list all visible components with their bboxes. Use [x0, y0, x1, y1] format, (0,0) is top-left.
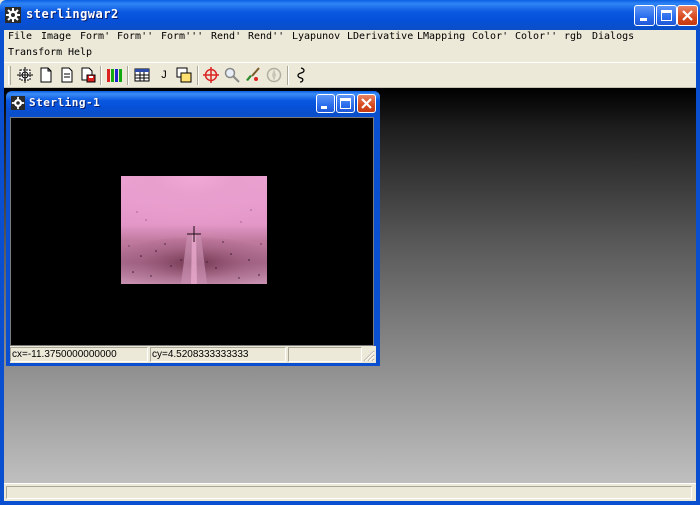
table-icon[interactable] — [133, 66, 151, 84]
maximize-icon — [661, 10, 672, 21]
window-frame-bottom — [0, 501, 700, 505]
menu-form3[interactable]: Form''' — [161, 31, 203, 42]
fractal-canvas[interactable] — [10, 117, 374, 346]
menu-lyapunov[interactable]: Lyapunov — [292, 31, 340, 42]
crosshair-icon[interactable] — [202, 66, 220, 84]
menu-bar: File Image Form' Form'' Form''' Rend' Re… — [4, 30, 696, 62]
menu-color2[interactable]: Color'' — [515, 31, 557, 42]
menu-rend2[interactable]: Rend'' — [248, 31, 284, 42]
menu-color1[interactable]: Color' — [472, 31, 508, 42]
toolbar-grip[interactable] — [8, 66, 11, 85]
brush-icon[interactable] — [244, 66, 262, 84]
color-bars-icon[interactable] — [105, 66, 123, 84]
menu-form2[interactable]: Form'' — [117, 31, 153, 42]
menu-rgb[interactable]: rgb — [564, 31, 582, 42]
j-icon[interactable]: J — [155, 66, 173, 84]
close-icon — [682, 10, 693, 21]
app-gear-icon — [5, 7, 21, 23]
minimize-button[interactable] — [634, 5, 655, 26]
resize-grip-icon[interactable] — [363, 350, 375, 362]
menu-transform[interactable]: Transform — [8, 47, 62, 58]
window-copy-icon[interactable] — [175, 66, 193, 84]
menu-help[interactable]: Help — [68, 47, 92, 58]
spiral-icon[interactable] — [292, 66, 310, 84]
zoom-icon[interactable] — [223, 66, 241, 84]
copy-document-icon[interactable] — [58, 66, 76, 84]
child-window[interactable]: Sterling-1 cx=-11.3750000000000 cy=4.520… — [6, 91, 380, 366]
window-frame-right — [696, 30, 700, 505]
status-cy: cy=4.5208333333333 — [150, 347, 286, 362]
minimize-icon — [321, 106, 327, 109]
sterling-fractal-image — [121, 176, 267, 284]
menu-file[interactable]: File — [8, 31, 32, 42]
fractal-detail — [121, 209, 267, 284]
capture-icon[interactable] — [16, 66, 34, 84]
main-status-bar — [4, 483, 696, 501]
menu-rend1[interactable]: Rend' — [211, 31, 241, 42]
child-status-bar: cx=-11.3750000000000 cy=4.5208333333333 — [10, 346, 376, 363]
disabled-compass-icon[interactable] — [265, 66, 283, 84]
maximize-icon — [340, 98, 351, 109]
child-gear-icon — [11, 96, 25, 110]
child-title: Sterling-1 — [29, 96, 101, 109]
main-status-panel — [6, 486, 692, 499]
child-close-button[interactable] — [357, 94, 376, 113]
child-title-bar[interactable]: Sterling-1 — [6, 91, 380, 115]
toolbar: J — [4, 62, 696, 88]
toolbar-separator — [287, 66, 289, 85]
child-maximize-button[interactable] — [336, 94, 355, 113]
menu-lderivative[interactable]: LDerivative — [347, 31, 413, 42]
toolbar-separator — [100, 66, 102, 85]
status-cx: cx=-11.3750000000000 — [10, 347, 148, 362]
save-export-icon[interactable] — [79, 66, 97, 84]
maximize-button[interactable] — [656, 5, 677, 26]
app-title: sterlingwar2 — [26, 7, 119, 21]
status-empty-panel — [288, 347, 362, 362]
menu-dialogs[interactable]: Dialogs — [592, 31, 634, 42]
child-minimize-button[interactable] — [316, 94, 335, 113]
new-document-icon[interactable] — [37, 66, 55, 84]
close-icon — [361, 98, 372, 109]
toolbar-separator — [197, 66, 199, 85]
menu-form1[interactable]: Form' — [80, 31, 110, 42]
minimize-icon — [640, 18, 647, 21]
close-button[interactable] — [677, 5, 698, 26]
toolbar-separator — [127, 66, 129, 85]
menu-image[interactable]: Image — [41, 31, 71, 42]
main-title-bar[interactable]: sterlingwar2 — [0, 0, 700, 30]
menu-lmapping[interactable]: LMapping — [417, 31, 465, 42]
